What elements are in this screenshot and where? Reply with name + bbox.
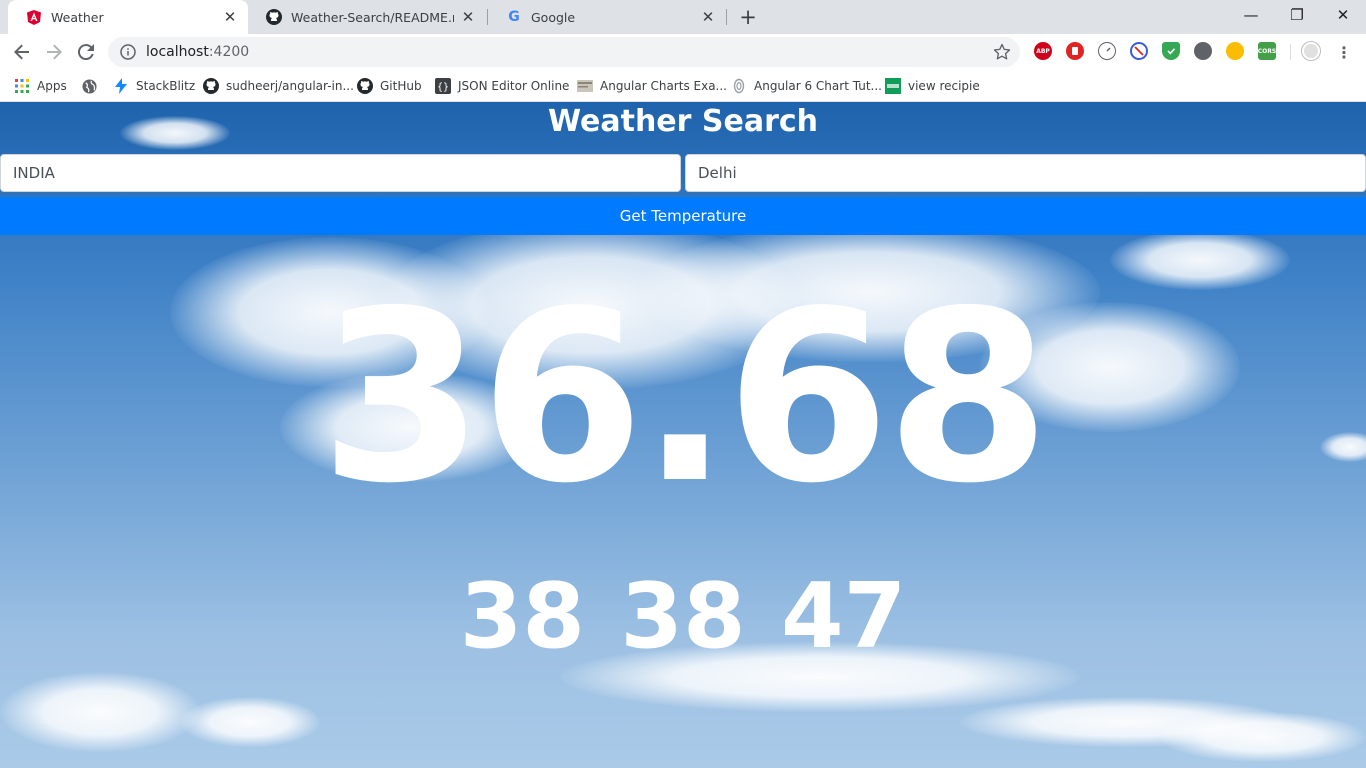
green-app-icon <box>885 78 901 94</box>
back-arrow-icon <box>14 44 29 60</box>
page-icon <box>577 78 593 94</box>
speedometer-icon[interactable] <box>1098 42 1116 60</box>
bookmarks-bar: Apps StackBlitz sudheerj/angular-in... G… <box>0 70 1366 102</box>
close-tab-icon[interactable]: ✕ <box>460 8 476 26</box>
restore-button[interactable]: ❐ <box>1274 0 1320 30</box>
abp-icon[interactable]: ABP <box>1034 42 1052 60</box>
tab-title: Weather-Search/README.md at <box>291 9 454 25</box>
bookmark-sudheerj[interactable]: sudheerj/angular-in... <box>203 76 354 96</box>
forward-arrow-icon <box>47 44 62 60</box>
bookmark-label: view recipie <box>908 79 980 93</box>
bookmark-globe[interactable] <box>81 76 104 96</box>
info-icon[interactable] <box>120 44 136 60</box>
menu-kebab-icon[interactable]: ⋮ <box>1330 38 1358 66</box>
close-tab-icon[interactable]: ✕ <box>700 8 716 26</box>
json-editor-icon: {} <box>435 78 451 94</box>
globe-icon <box>81 78 97 94</box>
url-host: localhost <box>146 44 209 60</box>
weather-page: Weather Search INDIA Delhi Get Temperatu… <box>0 102 1366 768</box>
bookmark-label: Apps <box>37 79 67 93</box>
tab-google[interactable]: G Google ✕ <box>488 0 726 34</box>
bookmark-stackblitz[interactable]: StackBlitz <box>113 76 195 96</box>
new-tab-button[interactable]: + <box>736 5 760 29</box>
block-icon[interactable] <box>1130 42 1148 60</box>
github-icon <box>357 78 373 94</box>
stop-icon[interactable] <box>1066 42 1084 60</box>
close-window-button[interactable]: ✕ <box>1320 0 1366 30</box>
bookmark-label: JSON Editor Online <box>458 79 570 93</box>
toolbar-separator <box>1290 44 1291 60</box>
url-port: :4200 <box>208 44 250 60</box>
bookmark-view-recipie[interactable]: view recipie <box>885 76 980 96</box>
bookmark-label: Angular Charts Exa... <box>600 79 727 93</box>
svg-text:{}: {} <box>437 82 449 93</box>
back-button[interactable] <box>8 38 36 66</box>
cloud <box>1160 712 1366 762</box>
page-title: Weather Search <box>547 104 819 139</box>
google-icon: G <box>508 9 520 25</box>
apps-grid-icon <box>14 78 30 94</box>
minimize-button[interactable]: — <box>1228 0 1274 30</box>
angular-icon <box>26 9 42 25</box>
temperature-value: 36.68 <box>319 260 1051 535</box>
tab-strip: Weather ✕ Weather-Search/README.md at ✕ … <box>0 0 1366 34</box>
link-icon <box>731 78 747 94</box>
bulb-yellow-icon[interactable] <box>1226 42 1244 60</box>
tab-title: Google <box>531 9 576 25</box>
tab-weather[interactable]: Weather ✕ <box>8 0 248 34</box>
tab-title: Weather <box>51 9 104 25</box>
close-tab-icon[interactable]: ✕ <box>222 8 238 26</box>
get-temperature-button[interactable]: Get Temperature <box>0 197 1366 235</box>
github-icon <box>203 78 219 94</box>
reload-button[interactable] <box>72 38 100 66</box>
bulb-dark-icon[interactable] <box>1194 42 1212 60</box>
github-icon <box>266 9 282 25</box>
cloud <box>180 697 320 747</box>
tab-readme[interactable]: Weather-Search/README.md at ✕ <box>248 0 486 34</box>
profile-icon[interactable] <box>1302 42 1320 60</box>
bookmark-github[interactable]: GitHub <box>357 76 422 96</box>
stackblitz-icon <box>113 78 129 94</box>
bookmark-angular-charts[interactable]: Angular Charts Exa... <box>577 76 727 96</box>
browser-toolbar: localhost:4200 ABP CORS ⋮ <box>0 34 1366 70</box>
bookmark-label: sudheerj/angular-in... <box>226 79 354 93</box>
shield-icon[interactable] <box>1162 42 1180 60</box>
bookmark-label: GitHub <box>380 79 422 93</box>
bookmark-label: StackBlitz <box>136 79 196 93</box>
city-input[interactable]: Delhi <box>685 154 1366 192</box>
bookmark-apps[interactable]: Apps <box>14 76 67 96</box>
address-bar[interactable]: localhost:4200 <box>108 37 1020 67</box>
tab-separator <box>726 9 727 25</box>
country-input[interactable]: INDIA <box>0 154 681 192</box>
cors-icon[interactable]: CORS <box>1258 42 1276 60</box>
bookmark-star-icon[interactable] <box>992 42 1012 62</box>
bookmark-json-editor[interactable]: {} JSON Editor Online <box>435 76 569 96</box>
url-text[interactable]: localhost:4200 <box>146 44 249 60</box>
cors-label: CORS <box>1257 47 1277 55</box>
temperature-details: 38 38 47 <box>459 564 907 669</box>
reload-icon <box>78 44 94 60</box>
bookmark-label: Angular 6 Chart Tut... <box>754 79 882 93</box>
bookmark-angular-chart-tut[interactable]: Angular 6 Chart Tut... <box>731 76 882 96</box>
cloud <box>0 672 200 752</box>
abp-label: ABP <box>1036 47 1050 55</box>
forward-button[interactable] <box>40 38 68 66</box>
